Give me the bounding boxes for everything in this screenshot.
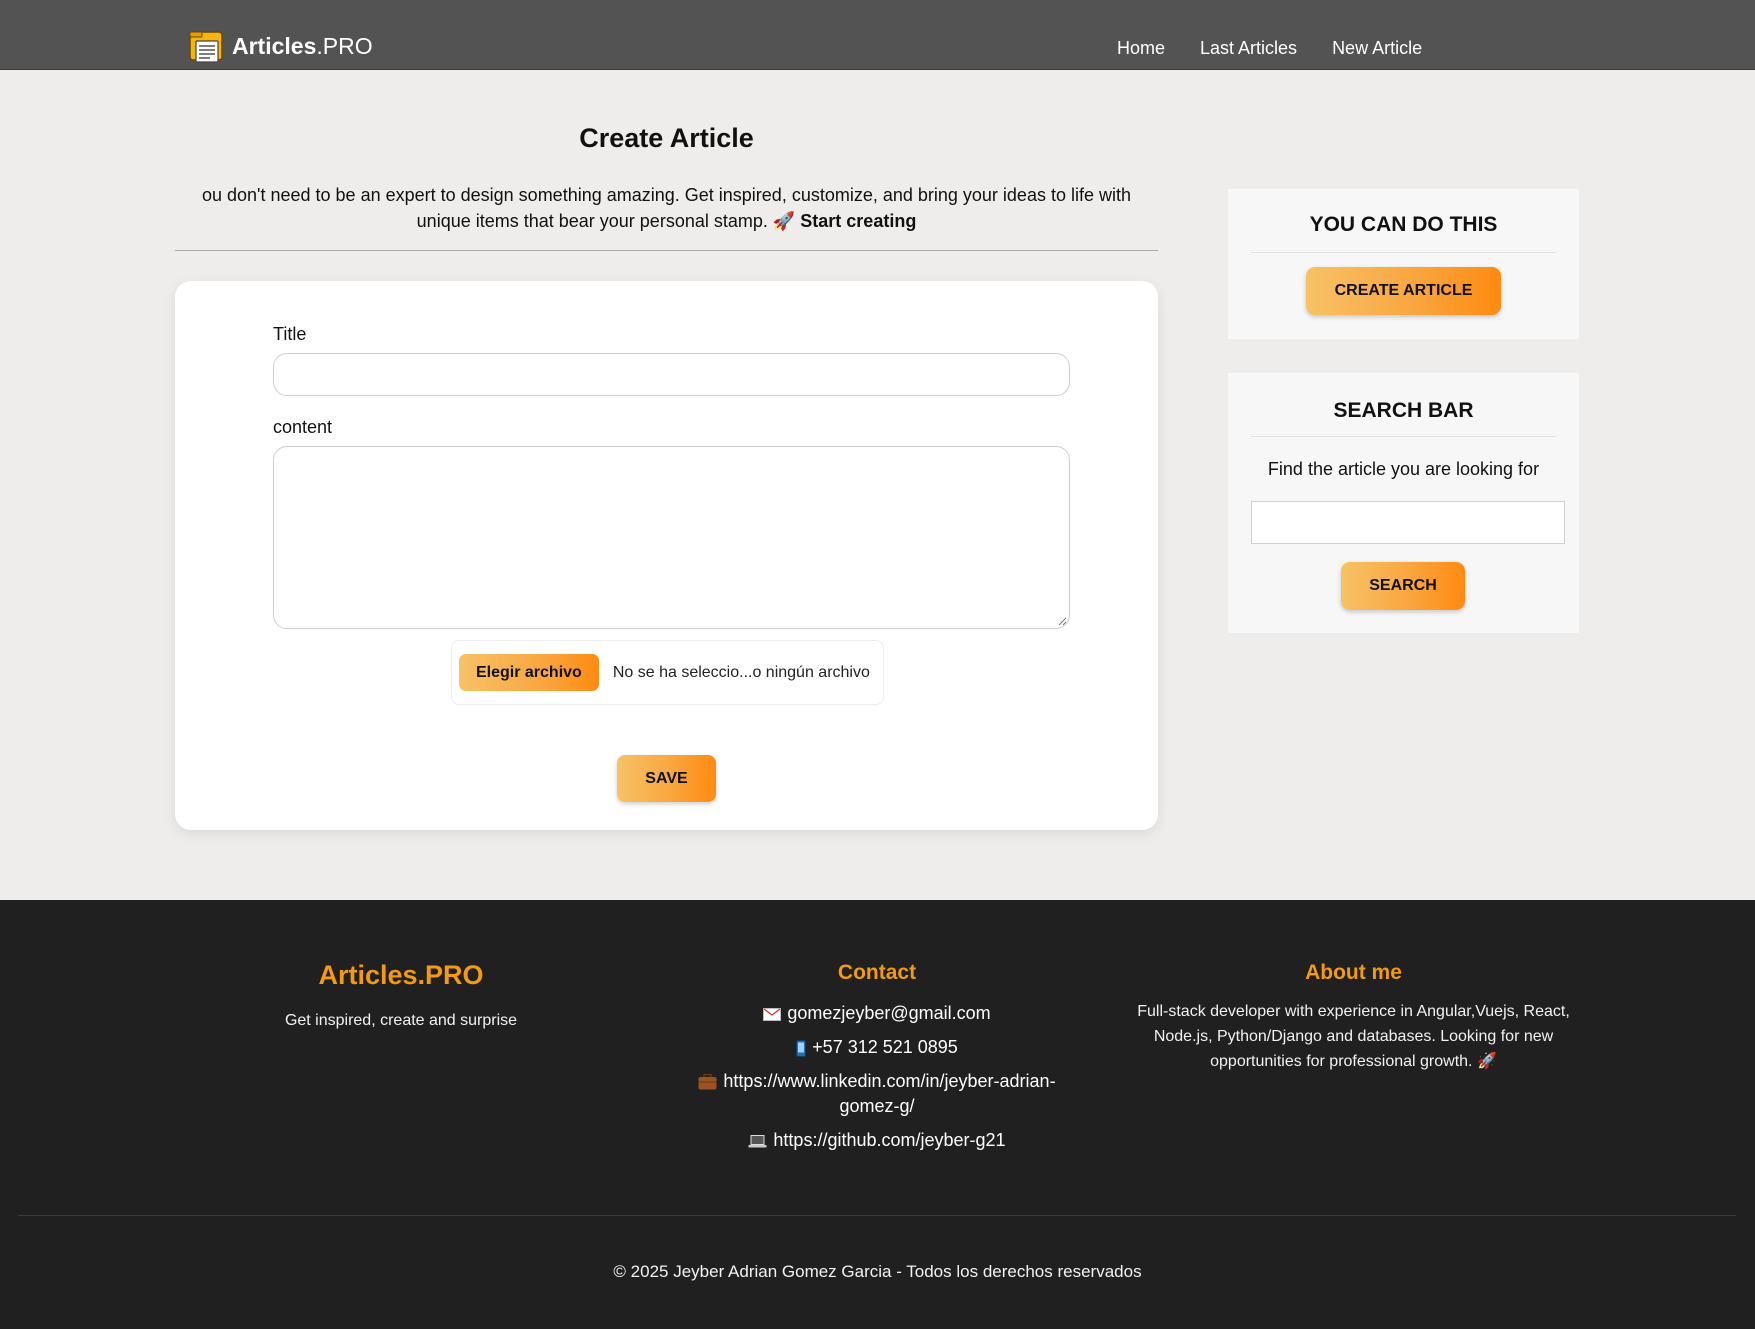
- intro-cta: Start creating: [800, 211, 917, 231]
- footer: Articles.PRO Get inspired, create and su…: [0, 900, 1755, 1329]
- footer-linkedin[interactable]: https://www.linkedin.com/in/jeyber-adria…: [676, 1069, 1078, 1119]
- cta-card: YOU CAN DO THIS CREATE ARTICLE: [1228, 189, 1579, 339]
- brand-logo[interactable]: Articles.PRO: [188, 28, 373, 64]
- footer-github[interactable]: https://github.com/jeyber-g21: [676, 1128, 1078, 1153]
- footer-contact-column: Contact gomezjeyber@gmail.com +57 312 52…: [676, 961, 1078, 1153]
- file-upload: Elegir archivo No se ha seleccio...o nin…: [451, 640, 884, 705]
- content-label: content: [273, 417, 333, 437]
- cta-title: YOU CAN DO THIS: [1309, 213, 1498, 236]
- footer-brand: Articles.PRO: [318, 960, 484, 990]
- resize-handle-icon[interactable]: [1057, 616, 1067, 626]
- nav-new-article[interactable]: New Article: [1332, 38, 1422, 59]
- section-divider: [175, 250, 1158, 251]
- footer-about-title: About me: [1305, 961, 1402, 984]
- footer-brand-column: Articles.PRO Get inspired, create and su…: [200, 960, 602, 1033]
- top-navbar: Articles.PRO Home Last Articles New Arti…: [0, 0, 1755, 70]
- folder-document-icon: [189, 31, 223, 63]
- search-divider: [1251, 436, 1556, 437]
- title-input[interactable]: [273, 353, 1070, 396]
- briefcase-icon: [698, 1074, 717, 1090]
- nav-home[interactable]: Home: [1117, 38, 1165, 59]
- page-title: Create Article: [579, 123, 754, 153]
- title-label: Title: [273, 324, 307, 344]
- create-article-form: Title content Elegir archivo No se ha se…: [175, 281, 1158, 830]
- search-title: SEARCH BAR: [1333, 399, 1474, 422]
- save-button[interactable]: SAVE: [617, 755, 716, 802]
- search-description: Find the article you are looking for: [1267, 459, 1540, 479]
- footer-copyright: © 2025 Jeyber Adrian Gomez Garcia - Todo…: [613, 1262, 1142, 1281]
- nav-last-articles[interactable]: Last Articles: [1200, 38, 1297, 59]
- search-button[interactable]: SEARCH: [1341, 562, 1465, 610]
- footer-about-text: Full-stack developer with experience in …: [1137, 1003, 1570, 1070]
- footer-email[interactable]: gomezjeyber@gmail.com: [676, 1001, 1078, 1026]
- choose-file-button[interactable]: Elegir archivo: [459, 654, 599, 691]
- footer-about-column: About me Full-stack developer with exper…: [1135, 961, 1572, 1074]
- search-input[interactable]: [1251, 501, 1565, 544]
- footer-divider: [18, 1215, 1736, 1216]
- create-article-button[interactable]: CREATE ARTICLE: [1306, 267, 1501, 315]
- intro-text: ou don't need to be an expert to design …: [202, 185, 1131, 231]
- main-nav: Home Last Articles New Article: [1117, 38, 1422, 59]
- envelope-icon: [763, 1007, 782, 1021]
- content-textarea[interactable]: [273, 446, 1070, 629]
- mobile-phone-icon: [796, 1039, 807, 1057]
- footer-phone[interactable]: +57 312 521 0895: [676, 1035, 1078, 1060]
- laptop-icon: [748, 1134, 767, 1148]
- brand-name: Articles.PRO: [232, 32, 373, 59]
- cta-divider: [1251, 252, 1556, 253]
- search-card: SEARCH BAR Find the article you are look…: [1228, 373, 1579, 633]
- file-status: No se ha seleccio...o ningún archivo: [612, 663, 870, 681]
- footer-tagline: Get inspired, create and surprise: [284, 1012, 518, 1029]
- footer-contact-title: Contact: [837, 961, 917, 984]
